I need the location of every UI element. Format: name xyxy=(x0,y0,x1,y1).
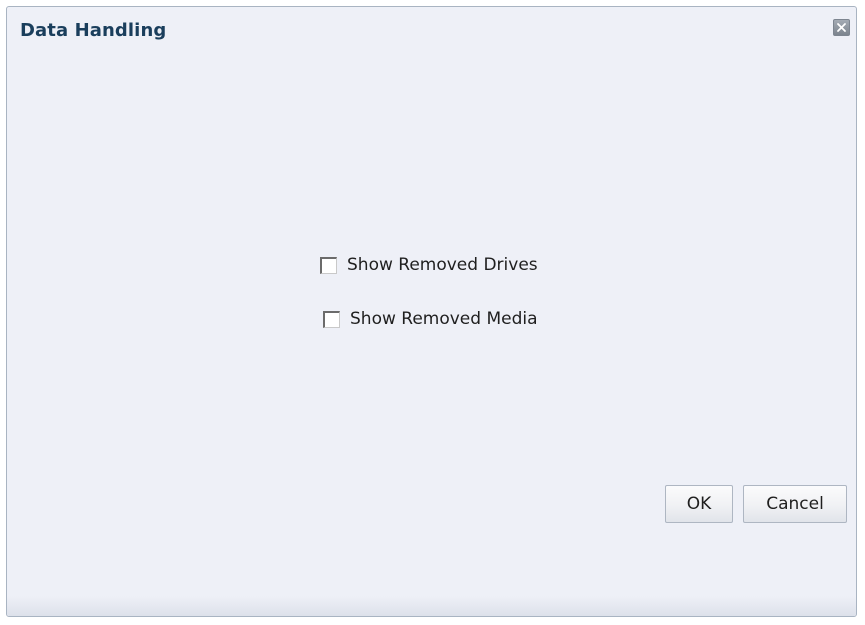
show-removed-media-option[interactable]: Show Removed Media xyxy=(323,309,538,329)
close-button[interactable] xyxy=(833,19,850,36)
dialog-footer xyxy=(7,596,856,616)
show-removed-drives-option[interactable]: Show Removed Drives xyxy=(320,255,538,275)
show-removed-media-checkbox[interactable] xyxy=(323,310,340,328)
show-removed-media-label: Show Removed Media xyxy=(350,309,538,329)
show-removed-drives-label: Show Removed Drives xyxy=(347,255,538,275)
cancel-button[interactable]: Cancel xyxy=(743,485,847,523)
close-icon xyxy=(837,23,846,32)
show-removed-drives-checkbox[interactable] xyxy=(320,256,337,274)
ok-button[interactable]: OK xyxy=(665,485,733,523)
dialog-title: Data Handling xyxy=(20,20,167,41)
data-handling-dialog: Data Handling Show Removed Drives Show R… xyxy=(6,6,857,617)
